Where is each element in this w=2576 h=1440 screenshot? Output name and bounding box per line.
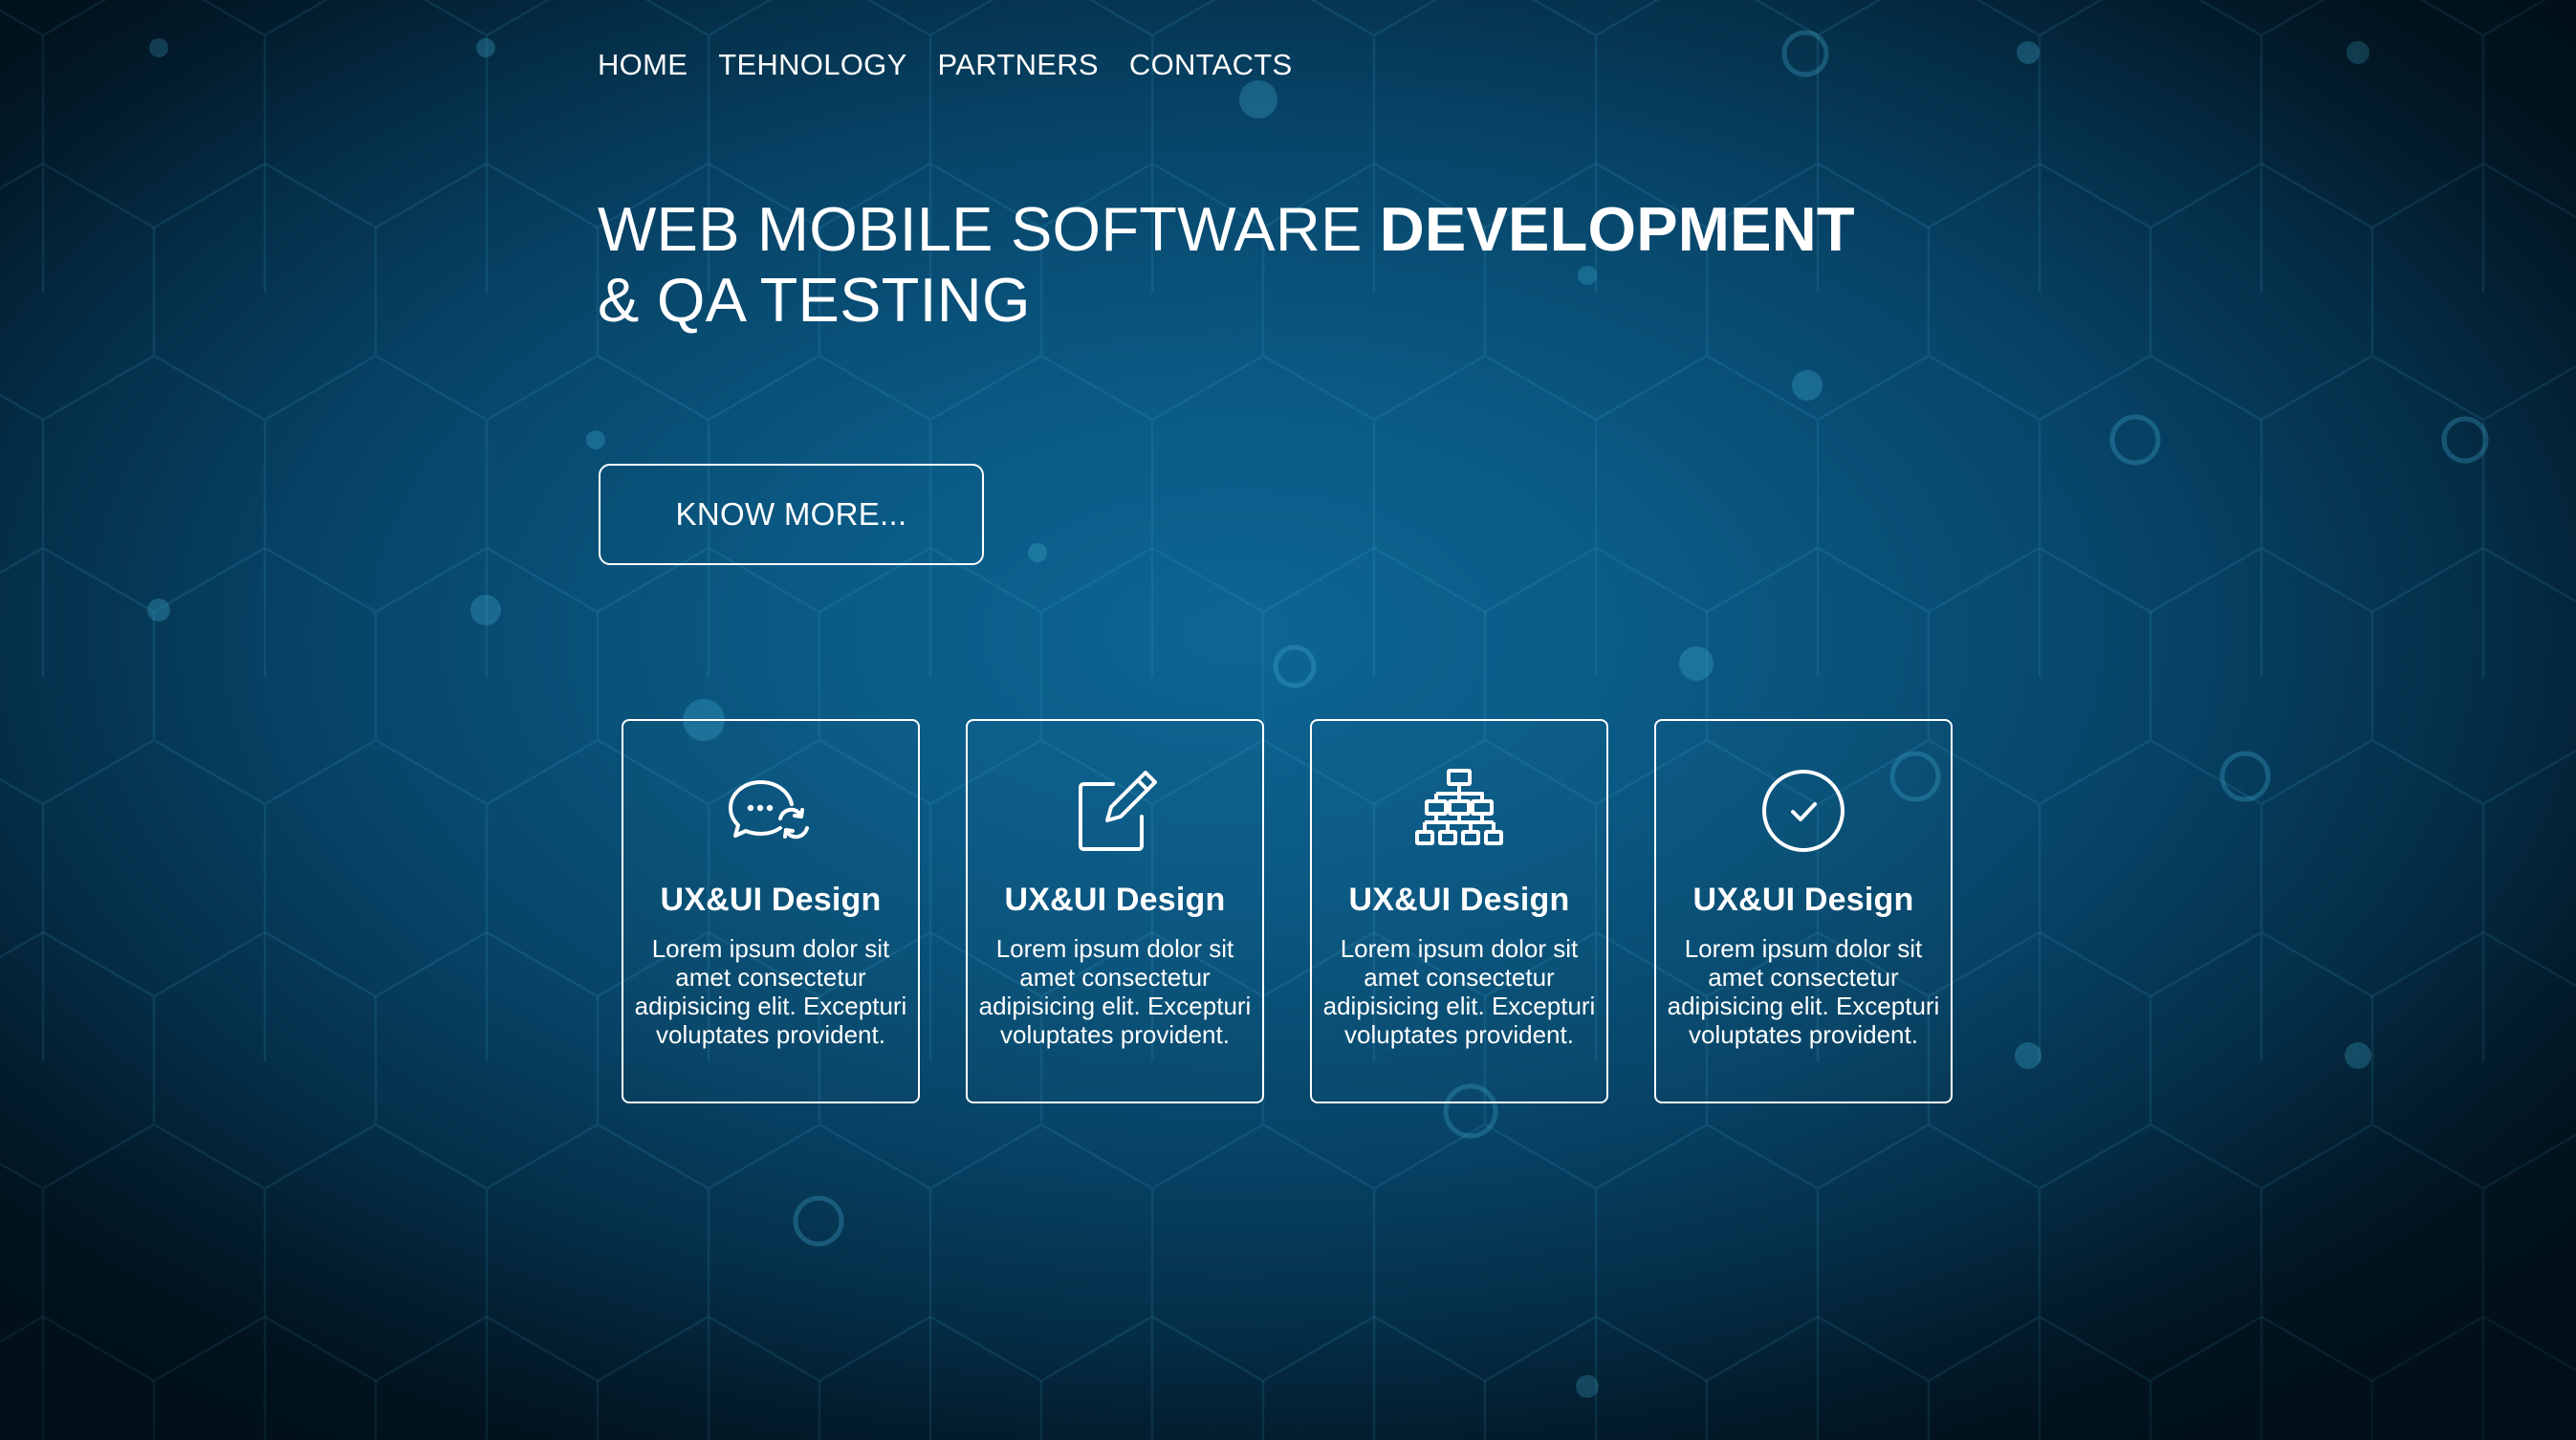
hero-heading-line2: & QA TESTING	[598, 265, 1031, 335]
know-more-button[interactable]: KNOW MORE...	[599, 464, 984, 565]
hero-heading: WEB MOBILE SOFTWARE DEVELOPMENT & QA TES…	[598, 194, 1855, 336]
landing-page: HOME TEHNOLOGY PARTNERS CONTACTS WEB MOB…	[0, 0, 2576, 1440]
service-card: UX&UI Design Lorem ipsum dolor sit amet …	[1654, 719, 1953, 1103]
chat-refresh-icon	[725, 765, 817, 857]
nav-contacts-link[interactable]: CONTACTS	[1129, 48, 1293, 82]
hero-heading-regular: WEB MOBILE SOFTWARE	[598, 194, 1380, 264]
card-description: Lorem ipsum dolor sit amet consectetur a…	[1667, 934, 1940, 1049]
card-description: Lorem ipsum dolor sit amet consectetur a…	[634, 934, 907, 1049]
nav-home-link[interactable]: HOME	[598, 48, 688, 82]
hero-heading-bold: DEVELOPMENT	[1379, 194, 1855, 264]
main-navigation: HOME TEHNOLOGY PARTNERS CONTACTS	[598, 48, 1293, 82]
nav-partners-link[interactable]: PARTNERS	[938, 48, 1099, 82]
service-cards: UX&UI Design Lorem ipsum dolor sit amet …	[622, 719, 1953, 1103]
service-card: UX&UI Design Lorem ipsum dolor sit amet …	[966, 719, 1264, 1103]
service-card: UX&UI Design Lorem ipsum dolor sit amet …	[1310, 719, 1608, 1103]
card-description: Lorem ipsum dolor sit amet consectetur a…	[1322, 934, 1596, 1049]
service-card: UX&UI Design Lorem ipsum dolor sit amet …	[622, 719, 920, 1103]
card-title: UX&UI Design	[1348, 882, 1570, 918]
check-circle-icon	[1757, 765, 1849, 857]
edit-icon	[1069, 765, 1161, 857]
sitemap-icon	[1413, 765, 1505, 857]
card-title: UX&UI Design	[1004, 882, 1226, 918]
card-title: UX&UI Design	[660, 882, 882, 918]
nav-technology-link[interactable]: TEHNOLOGY	[718, 48, 906, 82]
card-description: Lorem ipsum dolor sit amet consectetur a…	[978, 934, 1252, 1049]
card-title: UX&UI Design	[1692, 882, 1914, 918]
